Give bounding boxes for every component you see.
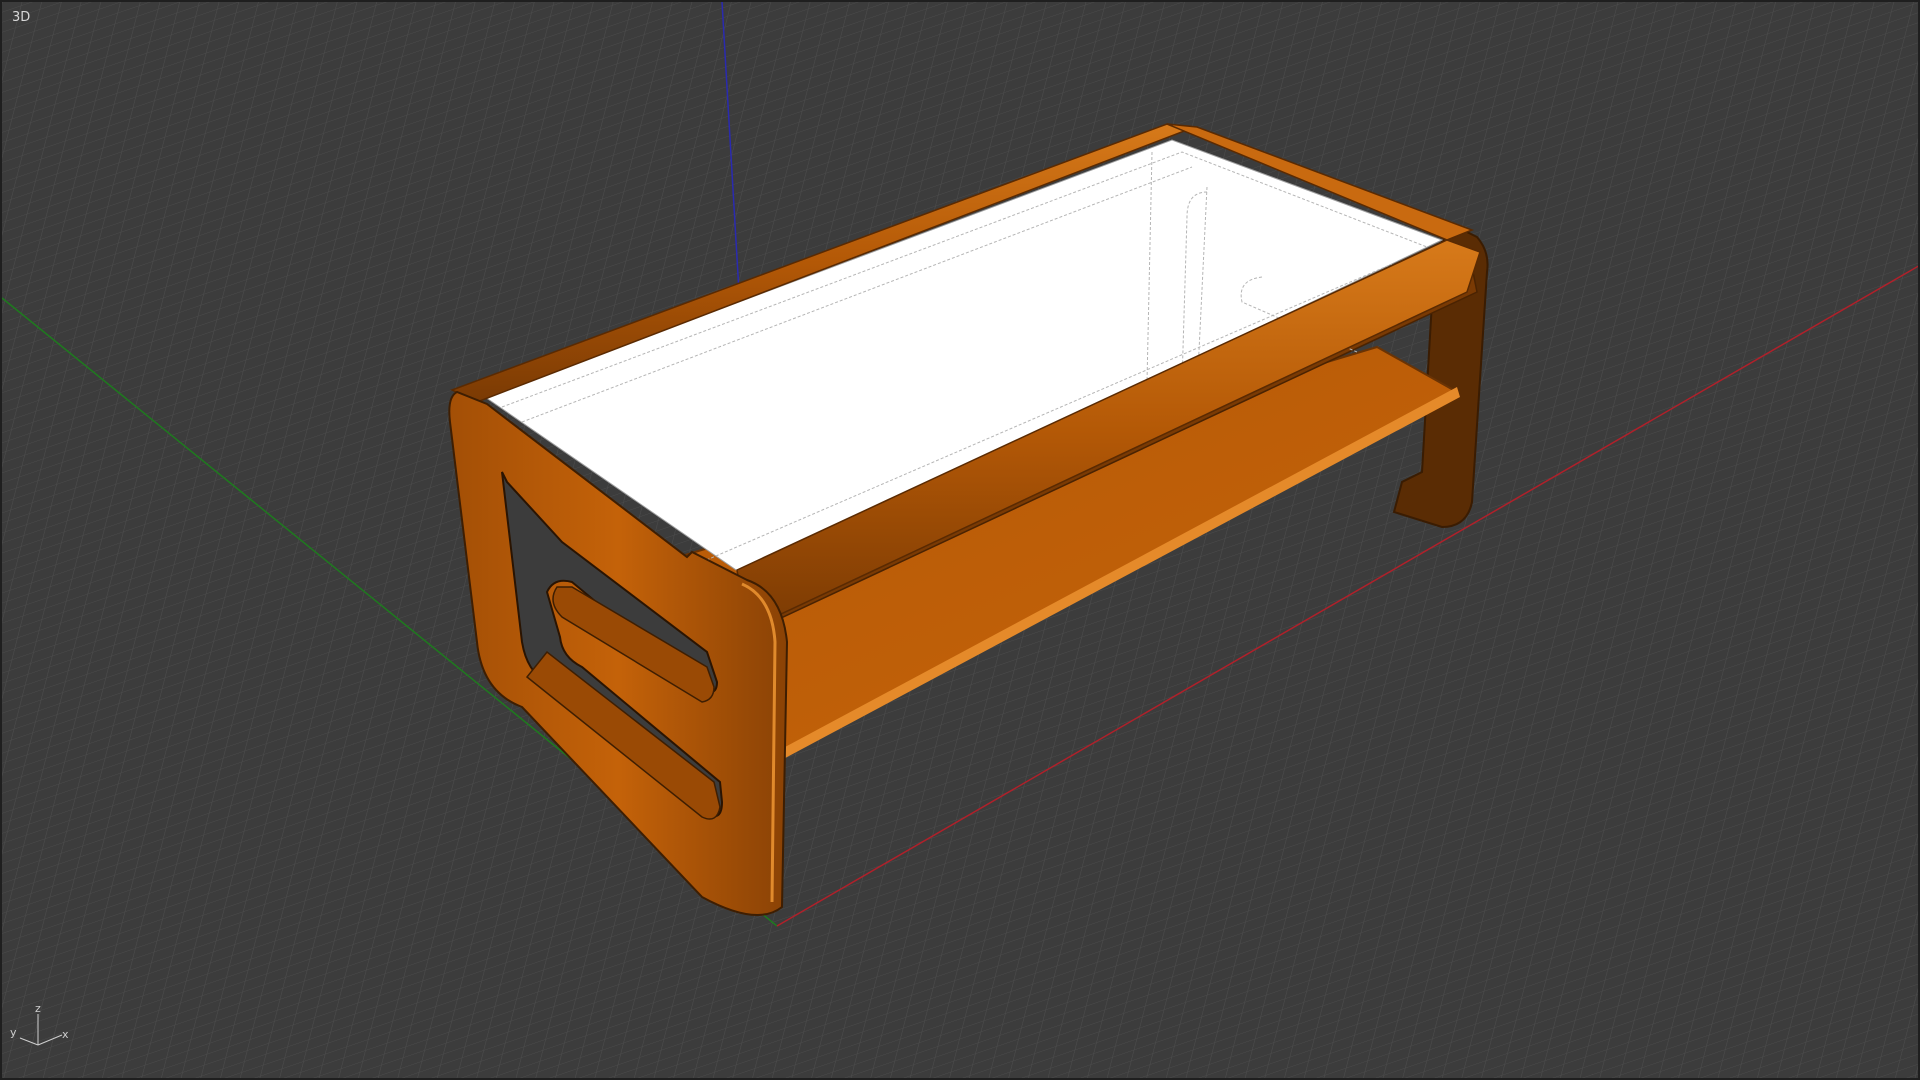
3d-viewport[interactable]: z x y 3D [0,0,1920,1080]
triad-x-label: x [62,1028,69,1041]
triad-z-label: z [35,1002,41,1015]
triad-y-label: y [10,1026,17,1039]
scene-canvas[interactable]: z x y [2,2,1920,1080]
view-mode-label: 3D [12,10,31,25]
